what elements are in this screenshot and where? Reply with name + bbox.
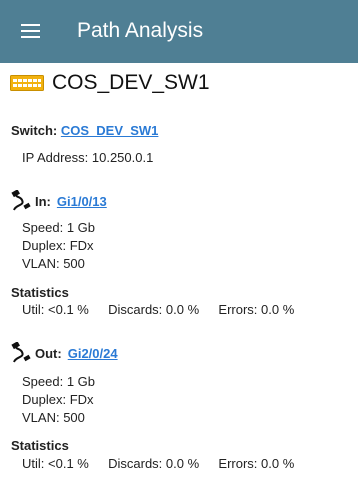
- in-vlan-row: VLAN: 500: [22, 256, 85, 271]
- in-errors-value: 0.0 %: [261, 302, 295, 317]
- in-duplex-row: Duplex: FDx: [22, 238, 94, 253]
- in-duplex-value: FDx: [69, 238, 94, 253]
- out-vlan-value: 500: [63, 410, 85, 425]
- out-speed-value: 1 Gb: [66, 374, 96, 389]
- in-stats-row: Util: <0.1 % Discards: 0.0 % Errors: 0.0…: [22, 302, 294, 317]
- out-duplex-value: FDx: [69, 392, 94, 407]
- out-discards-label: Discards:: [108, 456, 163, 471]
- out-vlan-label: VLAN:: [22, 410, 60, 425]
- ip-value: 10.250.0.1: [91, 150, 154, 165]
- menu-icon[interactable]: [21, 24, 40, 38]
- in-port-link[interactable]: Gi1/0/13: [57, 194, 107, 209]
- page-title: Path Analysis: [77, 19, 204, 42]
- in-port-row: In: Gi1/0/13: [11, 190, 107, 212]
- out-discards-value: 0.0 %: [165, 456, 200, 471]
- port-connector-icon: [11, 190, 31, 211]
- out-stats-title: Statistics: [11, 438, 69, 453]
- switch-row: Switch: COS_DEV_SW1: [11, 123, 158, 138]
- out-stats-row: Util: <0.1 % Discards: 0.0 % Errors: 0.0…: [22, 456, 294, 471]
- in-util-label: Util:: [22, 302, 45, 317]
- out-util-label: Util:: [22, 456, 45, 471]
- in-discards-value: 0.0 %: [165, 302, 200, 317]
- out-speed-row: Speed: 1 Gb: [22, 374, 95, 389]
- switch-device-icon: [10, 75, 44, 91]
- in-stats-title: Statistics: [11, 285, 69, 300]
- in-speed-label: Speed:: [22, 220, 64, 235]
- in-speed-value: 1 Gb: [66, 220, 96, 235]
- out-util-value: <0.1 %: [48, 456, 89, 471]
- in-duplex-label: Duplex:: [22, 238, 67, 253]
- port-connector-icon: [11, 342, 31, 363]
- out-port-row: Out: Gi2/0/24: [11, 342, 118, 364]
- out-speed-label: Speed:: [22, 374, 64, 389]
- switch-link[interactable]: COS_DEV_SW1: [61, 123, 159, 138]
- out-errors-label: Errors:: [218, 456, 258, 471]
- device-name: COS_DEV_SW1: [52, 71, 210, 94]
- in-errors-label: Errors:: [218, 302, 258, 317]
- ip-row: IP Address: 10.250.0.1: [22, 150, 153, 165]
- switch-label: Switch:: [11, 123, 58, 138]
- device-header: COS_DEV_SW1: [10, 68, 210, 98]
- out-vlan-row: VLAN: 500: [22, 410, 85, 425]
- in-speed-row: Speed: 1 Gb: [22, 220, 95, 235]
- out-port-link[interactable]: Gi2/0/24: [68, 346, 118, 361]
- out-errors-value: 0.0 %: [261, 456, 295, 471]
- in-vlan-label: VLAN:: [22, 256, 60, 271]
- in-label: In:: [35, 193, 51, 209]
- in-vlan-value: 500: [63, 256, 85, 271]
- out-duplex-label: Duplex:: [22, 392, 67, 407]
- out-label: Out:: [35, 345, 62, 361]
- out-duplex-row: Duplex: FDx: [22, 392, 94, 407]
- in-util-value: <0.1 %: [48, 302, 89, 317]
- in-discards-label: Discards:: [108, 302, 163, 317]
- ip-label: IP Address:: [22, 150, 89, 165]
- app-bar: Path Analysis: [0, 0, 358, 63]
